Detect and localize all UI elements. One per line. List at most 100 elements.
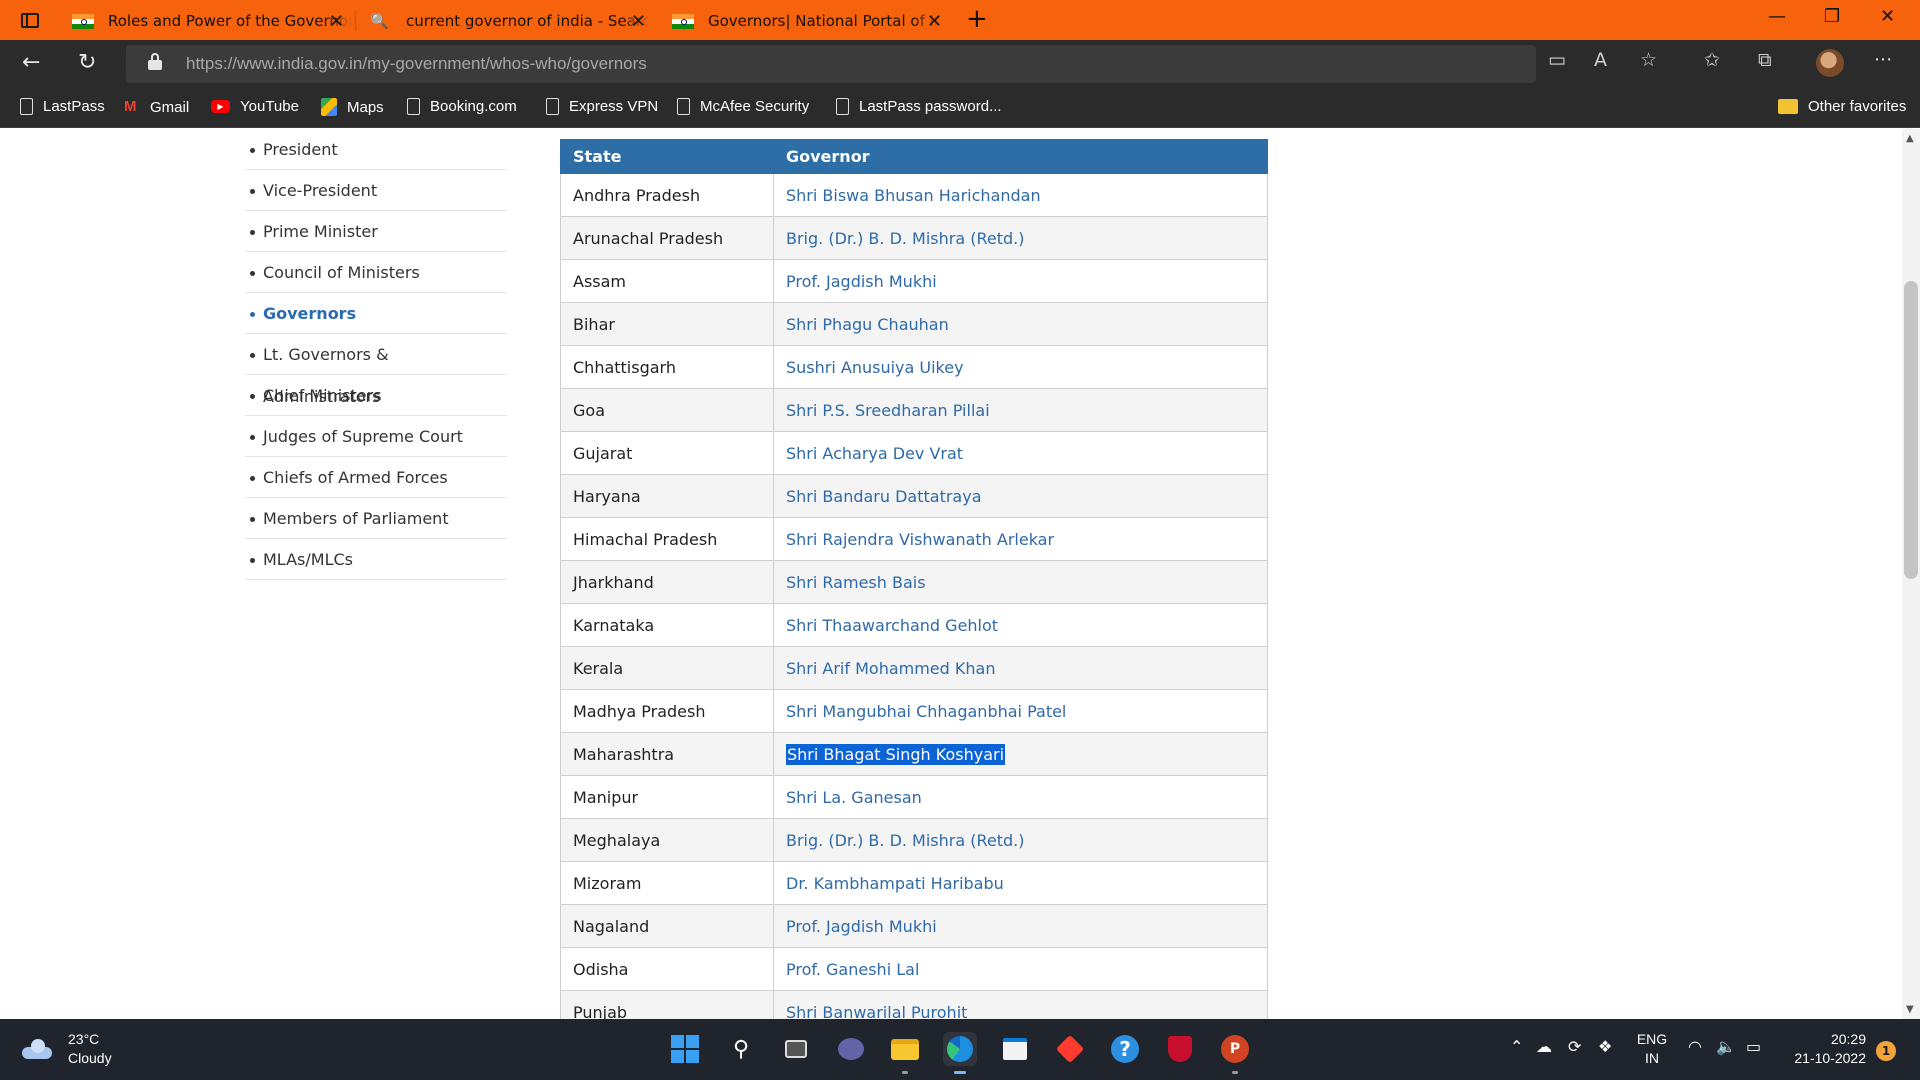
scroll-down-icon[interactable]: ▼ (1906, 1004, 1914, 1015)
governor-link[interactable]: Shri Rajendra Vishwanath Arlekar (786, 530, 1054, 549)
back-icon[interactable]: ← (22, 50, 40, 75)
governor-link[interactable]: Shri P.S. Sreedharan Pillai (786, 401, 990, 420)
governor-link[interactable]: Shri Phagu Chauhan (786, 315, 949, 334)
state-cell: Meghalaya (560, 818, 774, 862)
wifi-icon[interactable]: ◠ (1688, 1037, 1702, 1056)
avatar[interactable] (1816, 49, 1844, 77)
governor-link[interactable]: Shri Bandaru Dattatraya (786, 487, 982, 506)
close-icon[interactable]: ✕ (329, 11, 344, 32)
onedrive-icon[interactable]: ☁ (1536, 1037, 1552, 1056)
bookmark-youtube[interactable]: ▶ YouTube (211, 98, 299, 115)
governor-link[interactable]: Sushri Anusuiya Uikey (786, 358, 964, 377)
sidenav-item-governors[interactable]: Governors (245, 293, 507, 334)
governor-link[interactable]: Prof. Jagdish Mukhi (786, 917, 937, 936)
bookmark-mcafee[interactable]: McAfee Security (677, 98, 809, 115)
other-favorites[interactable]: Other favorites (1778, 98, 1906, 115)
minimize-icon[interactable]: — (1768, 6, 1786, 27)
sidenav-item-prime-minister[interactable]: Prime Minister (245, 211, 507, 252)
scrollbar-thumb[interactable] (1904, 281, 1918, 579)
new-tab-icon[interactable]: + (966, 4, 988, 34)
table-row: Bihar Shri Phagu Chauhan (560, 302, 1268, 346)
bookmark-maps[interactable]: Maps (321, 98, 384, 116)
sidenav-item-members-of-parliament[interactable]: Members of Parliament (245, 498, 507, 539)
microsoft-store-icon[interactable] (998, 1032, 1032, 1066)
start-button[interactable] (668, 1032, 702, 1066)
governor-link[interactable]: Shri Biswa Bhusan Harichandan (786, 186, 1041, 205)
tab-roles-and-power[interactable]: Roles and Power of the Governor ✕ (58, 2, 356, 40)
governor-link[interactable]: Brig. (Dr.) B. D. Mishra (Retd.) (786, 831, 1025, 850)
table-header-row: State Governor (560, 139, 1268, 174)
lock-icon[interactable] (148, 53, 162, 70)
close-icon[interactable]: ✕ (631, 11, 646, 32)
restore-icon[interactable]: ❐ (1824, 6, 1840, 27)
page-scrollbar[interactable]: ▲ ▼ (1902, 129, 1920, 1019)
read-aloud-icon[interactable]: A (1594, 49, 1607, 71)
governor-link[interactable]: Shri Ramesh Bais (786, 573, 926, 592)
close-icon[interactable]: ✕ (927, 11, 942, 32)
search-icon: 🔍 (370, 12, 389, 30)
governor-link[interactable]: Brig. (Dr.) B. D. Mishra (Retd.) (786, 229, 1025, 248)
sidenav-item-mlas-mlcs[interactable]: MLAs/MLCs (245, 539, 507, 580)
powerpoint-icon[interactable]: P (1218, 1032, 1252, 1074)
bookmark-booking[interactable]: Booking.com (407, 98, 517, 115)
task-view-icon[interactable] (779, 1032, 813, 1066)
tab-title: current governor of india - Search (406, 12, 651, 30)
sidenav-item-council-of-ministers[interactable]: Council of Ministers (245, 252, 507, 293)
show-hidden-icons-icon[interactable]: ⌃ (1510, 1037, 1523, 1056)
tab-governors[interactable]: Governors| National Portal of India ✕ (658, 2, 954, 40)
tracking-prevention-icon[interactable]: ▭ (1548, 49, 1566, 71)
file-explorer-icon[interactable] (888, 1032, 922, 1074)
collections-icon[interactable]: ⧉ (1758, 49, 1772, 71)
add-favorite-icon[interactable]: ☆ (1640, 49, 1657, 71)
app-red-diamond-icon[interactable] (1053, 1032, 1087, 1066)
notification-badge[interactable]: 1 (1876, 1041, 1896, 1061)
edge-browser-icon[interactable] (943, 1032, 977, 1074)
governor-link[interactable]: Prof. Ganeshi Lal (786, 960, 919, 979)
scroll-up-icon[interactable]: ▲ (1906, 133, 1914, 144)
bookmark-lastpass-password[interactable]: LastPass password... (836, 98, 1002, 115)
address-bar[interactable]: https://www.india.gov.in/my-government/w… (126, 45, 1536, 83)
bookmark-express-vpn[interactable]: Express VPN (546, 98, 658, 115)
close-window-icon[interactable]: ✕ (1880, 6, 1895, 27)
tab-actions-icon[interactable] (16, 9, 44, 31)
governor-link[interactable]: Prof. Jagdish Mukhi (786, 272, 937, 291)
url-text[interactable]: https://www.india.gov.in/my-government/w… (186, 54, 647, 74)
governor-link[interactable]: Shri Arif Mohammed Khan (786, 659, 995, 678)
sidenav-item-chiefs-of-armed-forces[interactable]: Chiefs of Armed Forces (245, 457, 507, 498)
sidenav-item-vice-president[interactable]: Vice-President (245, 170, 507, 211)
sidenav-item-president[interactable]: President (245, 129, 507, 170)
state-cell: Manipur (560, 775, 774, 819)
dropbox-icon[interactable]: ❖ (1598, 1037, 1612, 1056)
teams-chat-icon[interactable] (834, 1032, 868, 1066)
governor-link[interactable]: Shri Mangubhai Chhaganbhai Patel (786, 702, 1066, 721)
battery-icon[interactable]: ▭ (1746, 1037, 1761, 1056)
sidenav-item-judges-of-supreme-court[interactable]: Judges of Supreme Court (245, 416, 507, 457)
governor-link[interactable]: Shri Banwarilal Purohit (786, 1003, 967, 1020)
table-row: Mizoram Dr. Kambhampati Haribabu (560, 861, 1268, 905)
sidenav-item-lt-governors-administrators[interactable]: Lt. Governors & Administrators (245, 334, 507, 406)
search-taskbar-icon[interactable]: ⚲ (724, 1032, 758, 1066)
governor-link[interactable]: Shri Acharya Dev Vrat (786, 444, 963, 463)
governor-link[interactable]: Shri Bhagat Singh Koshyari (786, 743, 1006, 765)
weather-widget[interactable]: 23°C Cloudy (22, 1030, 112, 1068)
tab-search[interactable]: 🔍 current governor of india - Search ✕ (356, 2, 658, 40)
governor-cell: Shri Mangubhai Chhaganbhai Patel (773, 689, 1268, 733)
bookmark-gmail[interactable]: M Gmail (124, 98, 189, 116)
volume-icon[interactable]: 🔈 (1716, 1037, 1736, 1056)
table-row: Goa Shri P.S. Sreedharan Pillai (560, 388, 1268, 432)
refresh-icon[interactable]: ↻ (78, 50, 96, 75)
more-menu-icon[interactable]: ··· (1874, 49, 1892, 71)
bookmark-lastpass[interactable]: LastPass (20, 98, 105, 115)
get-help-icon[interactable]: ? (1108, 1032, 1142, 1066)
governor-link[interactable]: Dr. Kambhampati Haribabu (786, 874, 1004, 893)
governor-link[interactable]: Shri La. Ganesan (786, 788, 922, 807)
sync-icon[interactable]: ⟳ (1568, 1037, 1581, 1056)
sidenav-item-chief-ministers[interactable]: Chief Ministers (245, 375, 507, 416)
page-icon (20, 98, 33, 115)
mcafee-icon[interactable] (1163, 1032, 1197, 1066)
clock[interactable]: 20:29 21-10-2022 (1782, 1030, 1866, 1068)
table-row: Manipur Shri La. Ganesan (560, 775, 1268, 819)
language-indicator[interactable]: ENG IN (1632, 1030, 1672, 1068)
favorites-icon[interactable]: ✩ (1704, 49, 1720, 71)
governor-link[interactable]: Shri Thaawarchand Gehlot (786, 616, 998, 635)
